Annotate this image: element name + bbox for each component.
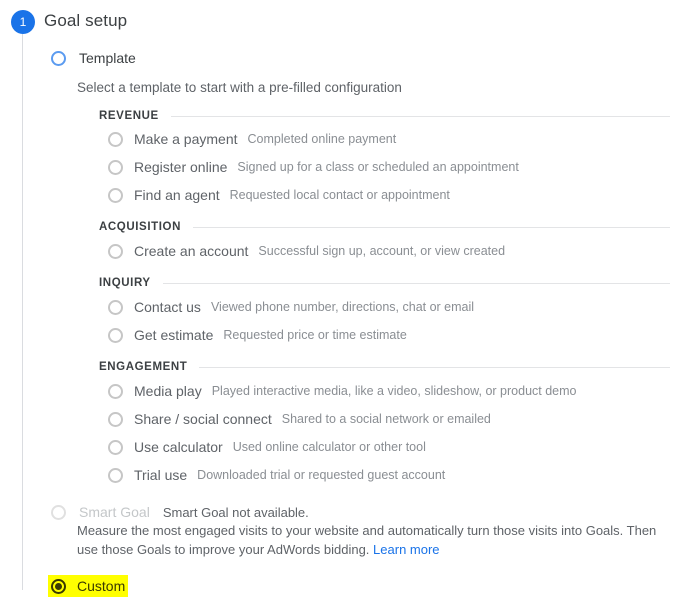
category-divider [199,366,670,368]
option-label: Register online [134,159,228,175]
category-header-engagement: ENGAGEMENT [99,361,670,373]
step-rail: 1 [11,10,35,590]
radio-circle-icon[interactable] [108,327,123,343]
radio-option-template[interactable]: Template [51,50,136,66]
step-number-badge: 1 [11,10,35,34]
category-divider [162,282,670,284]
smart-goal-paragraph-text: Measure the most engaged visits to your … [77,523,657,557]
radio-circle-icon[interactable] [108,243,123,259]
radio-option-custom[interactable]: Custom [51,578,125,594]
step-connector-line [22,34,23,590]
radio-option-create-an-account[interactable]: Create an account Successful sign up, ac… [108,243,505,259]
category-title: ACQUISITION [99,221,181,233]
radio-circle-icon [51,504,66,520]
radio-option-smart-goal: Smart Goal Smart Goal not available. [51,504,309,520]
option-description: Successful sign up, account, or view cre… [258,244,506,258]
option-label: Get estimate [134,327,214,343]
radio-label-template: Template [79,50,136,66]
page-title: Goal setup [44,11,128,30]
option-description: Completed online payment [247,132,397,146]
radio-option-get-estimate[interactable]: Get estimate Requested price or time est… [108,327,407,343]
option-description: Played interactive media, like a video, … [211,384,577,398]
category-title: ENGAGEMENT [99,361,188,373]
smart-goal-label: Smart Goal [79,504,150,520]
option-label: Contact us [134,299,201,315]
radio-option-media-play[interactable]: Media play Played interactive media, lik… [108,383,576,399]
category-title: INQUIRY [99,277,151,289]
template-description: Select a template to start with a pre-fi… [77,80,402,95]
option-label: Media play [134,383,202,399]
radio-option-trial-use[interactable]: Trial use Downloaded trial or requested … [108,467,445,483]
option-label: Use calculator [134,439,223,455]
radio-label-custom: Custom [77,578,126,594]
option-label: Share / social connect [134,411,272,427]
option-label: Trial use [134,467,188,483]
radio-circle-icon[interactable] [108,187,123,203]
radio-circle-icon[interactable] [51,50,66,66]
radio-option-contact-us[interactable]: Contact us Viewed phone number, directio… [108,299,474,315]
radio-option-find-an-agent[interactable]: Find an agent Requested local contact or… [108,187,450,203]
radio-circle-icon[interactable] [108,411,123,427]
option-description: Signed up for a class or scheduled an ap… [237,160,519,174]
option-description: Requested price or time estimate [223,328,407,342]
radio-option-share-social-connect[interactable]: Share / social connect Shared to a socia… [108,411,491,427]
radio-circle-icon[interactable] [108,299,123,315]
radio-circle-icon[interactable] [108,159,123,175]
category-header-revenue: REVENUE [99,110,670,122]
category-header-inquiry: INQUIRY [99,277,670,289]
category-divider [170,115,670,117]
category-title: REVENUE [99,110,159,122]
smart-goal-availability-note: Smart Goal not available. [162,504,309,520]
radio-option-register-online[interactable]: Register online Signed up for a class or… [108,159,519,175]
smart-goal-description: Measure the most engaged visits to your … [77,521,673,559]
radio-circle-icon[interactable] [108,467,123,483]
option-description: Used online calculator or other tool [232,440,426,454]
radio-option-use-calculator[interactable]: Use calculator Used online calculator or… [108,439,426,455]
option-label: Make a payment [134,131,238,147]
category-divider [193,226,670,228]
learn-more-link[interactable]: Learn more [373,542,439,557]
radio-circle-icon[interactable] [108,383,123,399]
radio-circle-icon[interactable] [108,131,123,147]
radio-option-make-a-payment[interactable]: Make a payment Completed online payment [108,131,396,147]
option-label: Create an account [134,243,249,259]
option-description: Shared to a social network or emailed [281,412,491,426]
option-label: Find an agent [134,187,220,203]
option-description: Requested local contact or appointment [229,188,450,202]
option-description: Downloaded trial or requested guest acco… [197,468,446,482]
radio-circle-icon[interactable] [108,439,123,455]
radio-circle-icon[interactable] [51,578,66,594]
option-description: Viewed phone number, directions, chat or… [210,300,475,314]
category-header-acquisition: ACQUISITION [99,221,670,233]
goal-setup-panel: 1 Goal setup Template Select a template … [0,0,673,609]
